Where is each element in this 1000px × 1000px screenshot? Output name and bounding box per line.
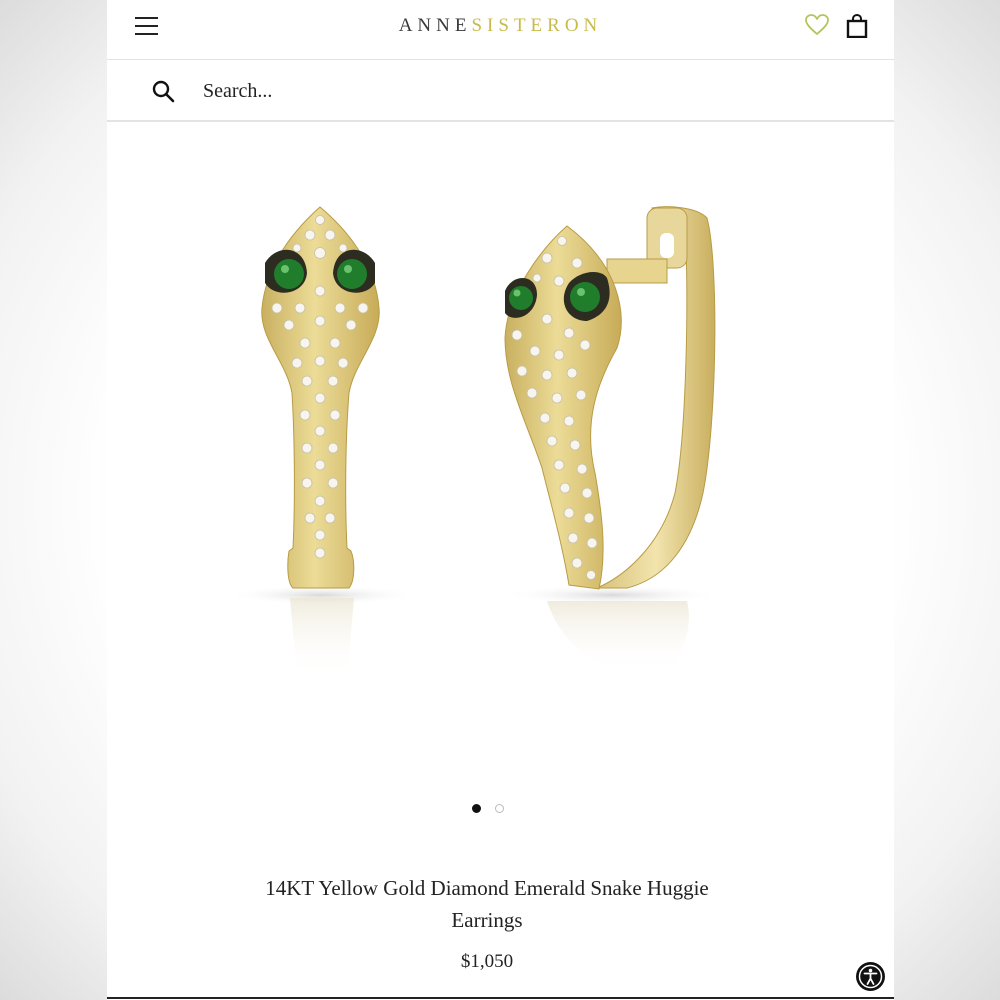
- search-input[interactable]: [201, 74, 805, 108]
- product-image-gallery[interactable]: [107, 123, 894, 783]
- brand-logo[interactable]: ANNESISTERON: [107, 15, 894, 37]
- heart-icon[interactable]: [805, 14, 829, 36]
- product-price: $1,050: [460, 951, 514, 972]
- divider: [107, 997, 894, 999]
- gallery-dot-2[interactable]: [495, 804, 504, 813]
- gallery-dot-1[interactable]: [472, 804, 481, 813]
- product-title: 14KT Yellow Gold Diamond Emerald Snake H…: [265, 876, 709, 932]
- search-icon[interactable]: [151, 79, 175, 103]
- accessibility-button[interactable]: [856, 962, 885, 991]
- search-bar: [107, 60, 894, 122]
- site-header: ANNESISTERON: [107, 0, 894, 60]
- accessibility-icon: [858, 964, 883, 989]
- logo-last-name: SISTERON: [471, 15, 603, 36]
- product-image: [226, 206, 722, 678]
- logo-first-name: ANNE: [398, 15, 472, 36]
- product-page: ANNESISTERON Search... 14KT Yellow Gold …: [107, 0, 894, 1000]
- shopping-bag-icon[interactable]: [846, 14, 868, 38]
